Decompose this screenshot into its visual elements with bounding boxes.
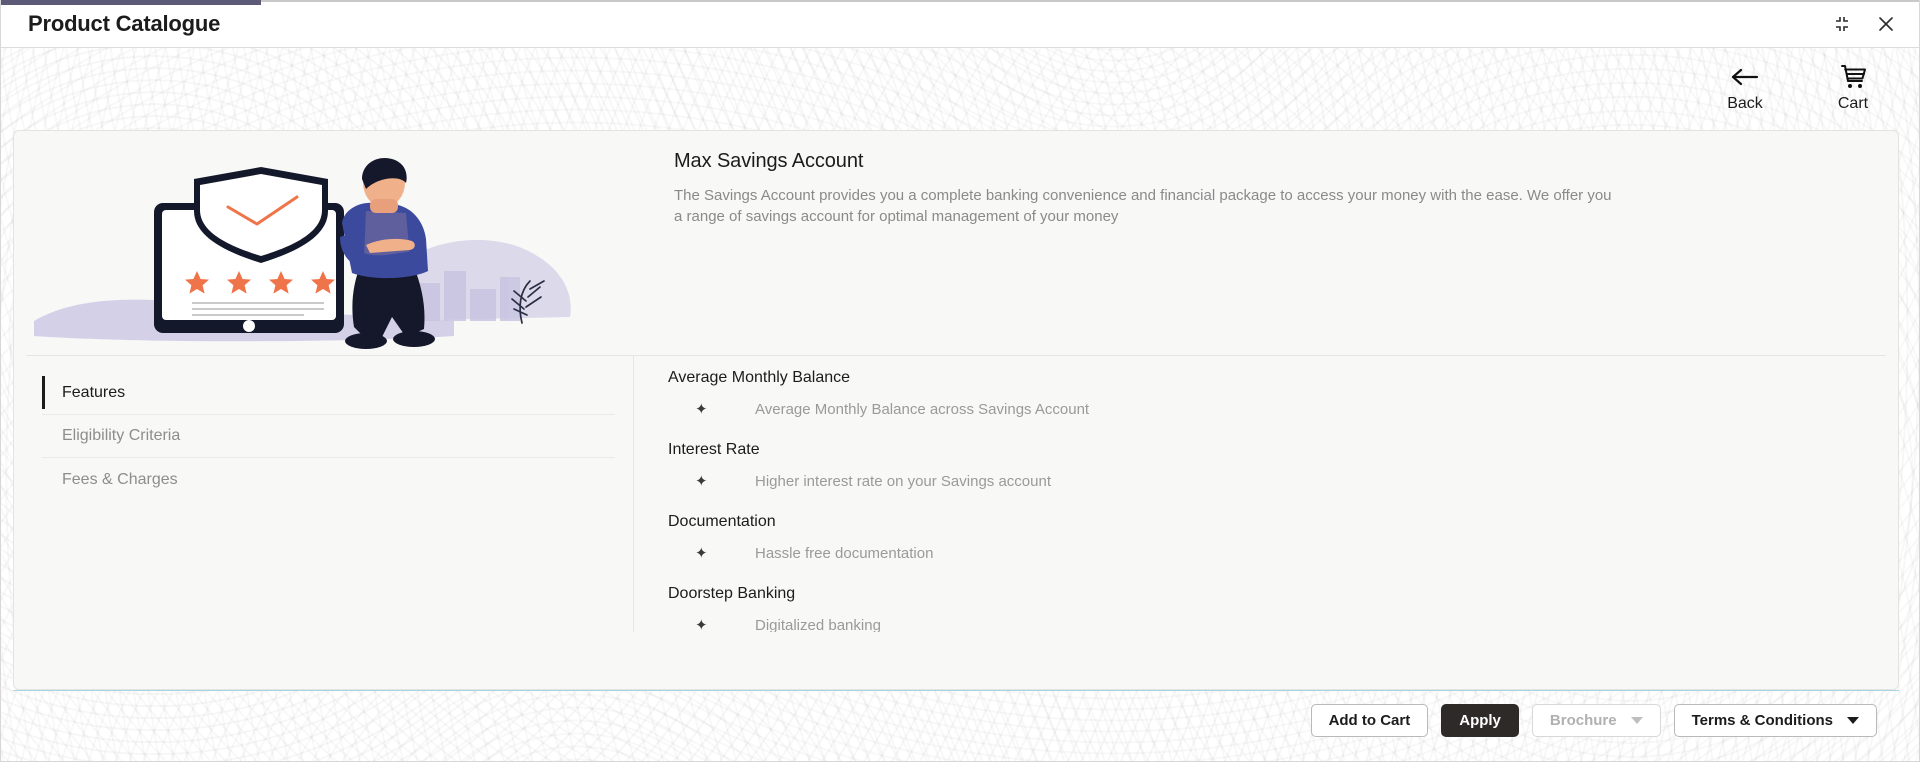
product-hero: Max Savings Account The Savings Account … [14,131,1898,355]
tab-features-label: Features [62,384,126,401]
tab-fees-and-charges[interactable]: Fees & Charges [42,458,615,501]
apply-button[interactable]: Apply [1441,704,1519,737]
terms-and-conditions-dropdown-button[interactable]: Terms & Conditions [1673,704,1877,737]
window-titlebar: Product Catalogue [1,0,1919,48]
back-button-label: Back [1727,95,1763,112]
tab-list: Features Eligibility Criteria Fees & Cha… [14,356,634,632]
features-panel: Average Monthly Balance ✦ Average Monthl… [634,356,1898,632]
cart-button-label: Cart [1837,95,1869,112]
add-to-cart-label: Add to Cart [1328,712,1411,729]
add-to-cart-button[interactable]: Add to Cart [1310,704,1429,737]
product-title: Max Savings Account [674,150,864,172]
feature-heading: Doorstep Banking [668,585,796,602]
titlebar-top-line [261,0,1919,2]
feature-group: Documentation ✦ Hassle free documentatio… [668,513,1898,565]
brochure-label: Brochure [1549,712,1617,729]
tab-features[interactable]: Features [42,372,615,415]
restore-down-icon[interactable] [1829,11,1855,37]
feature-group: Average Monthly Balance ✦ Average Monthl… [668,369,1898,421]
chevron-down-icon [1847,717,1859,724]
tab-eligibility-criteria[interactable]: Eligibility Criteria [42,415,615,458]
action-footer: Add to Cart Apply Brochure Terms & Condi… [13,690,1899,750]
cart-button[interactable]: Cart [1817,62,1889,113]
feature-list-item: ✦ Average Monthly Balance across Savings… [668,397,1898,421]
feature-item-text: Higher interest rate on your Savings acc… [755,472,1051,490]
feature-group: Doorstep Banking ✦ Digitalized banking [668,585,1898,632]
feature-heading: Interest Rate [668,441,760,458]
feature-list-item: ✦ Digitalized banking [668,613,1898,633]
feature-item-text: Digitalized banking [755,616,881,633]
star-bullet-icon: ✦ [695,545,708,562]
feature-item-text: Average Monthly Balance across Savings A… [755,400,1090,418]
arrow-left-icon [1730,62,1760,92]
terms-and-conditions-label: Terms & Conditions [1691,712,1833,729]
tab-eligibility-criteria-label: Eligibility Criteria [62,427,181,444]
tab-fees-and-charges-label: Fees & Charges [62,470,178,488]
star-bullet-icon: ✦ [695,617,708,632]
cart-icon [1838,62,1868,92]
brochure-dropdown-button[interactable]: Brochure [1531,704,1661,737]
feature-group: Interest Rate ✦ Higher interest rate on … [668,441,1898,493]
feature-item-text: Hassle free documentation [755,544,934,562]
chevron-down-icon [1630,717,1643,724]
titlebar-accent-bar [1,0,261,5]
feature-heading: Average Monthly Balance [668,369,851,386]
feature-heading: Documentation [668,513,776,530]
card-body: Features Eligibility Criteria Fees & Cha… [14,356,1898,632]
star-bullet-icon: ✦ [695,473,708,490]
product-summary: Max Savings Account The Savings Account … [674,131,1674,227]
window-title: Product Catalogue [28,10,221,36]
product-catalogue-window: Product Catalogue Back Cart Max Savings … [0,0,1920,762]
apply-label: Apply [1459,712,1501,729]
product-description: The Savings Account provides you a compl… [674,187,1612,225]
feature-list-item: ✦ Hassle free documentation [668,541,1898,565]
product-detail-card: Max Savings Account The Savings Account … [13,130,1899,690]
top-action-bar: Back Cart [1,48,1919,130]
feature-list-item: ✦ Higher interest rate on your Savings a… [668,469,1898,493]
window-controls [1829,11,1899,37]
back-button[interactable]: Back [1709,62,1781,113]
star-bullet-icon: ✦ [695,401,708,418]
close-icon[interactable] [1873,11,1899,37]
savings-account-illustration [14,131,674,355]
